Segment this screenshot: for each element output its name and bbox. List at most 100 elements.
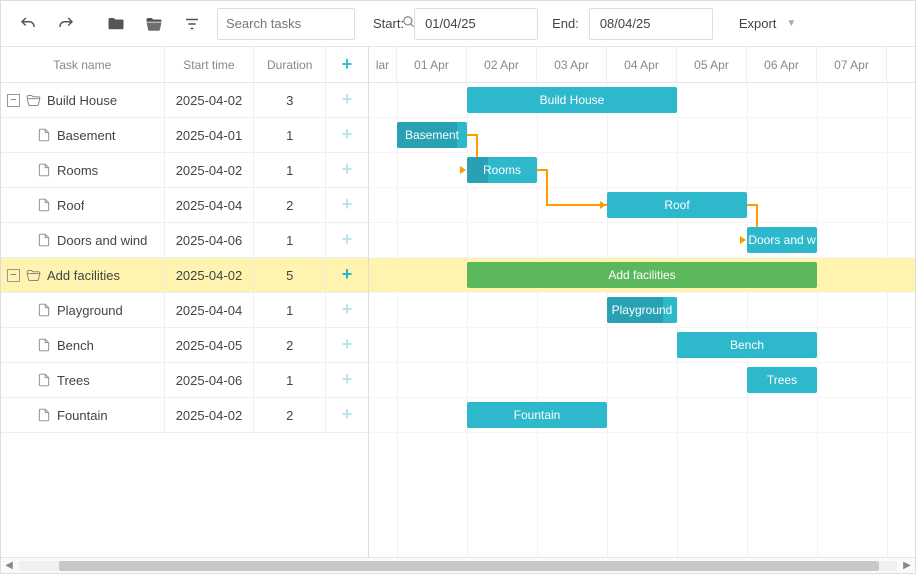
add-subtask-button[interactable]: + bbox=[342, 159, 353, 179]
cell-duration: 2 bbox=[254, 188, 326, 223]
col-header-add: + bbox=[326, 47, 368, 84]
cell-add: + bbox=[326, 292, 368, 328]
scroll-left-button[interactable]: ◀ bbox=[1, 560, 17, 571]
task-name-text: Basement bbox=[57, 128, 116, 143]
gantt-bar[interactable]: Fountain bbox=[467, 402, 607, 428]
table-row[interactable]: −Build House2025-04-023+ bbox=[1, 83, 368, 118]
cell-task-name: Fountain bbox=[1, 398, 165, 432]
bar-label: Add facilities bbox=[602, 268, 681, 282]
add-subtask-button[interactable]: + bbox=[342, 194, 353, 214]
table-row[interactable]: Roof2025-04-042 + bbox=[1, 188, 368, 223]
add-subtask-button[interactable]: + bbox=[342, 404, 353, 424]
expand-toggle[interactable]: − bbox=[7, 269, 20, 282]
folder-icon bbox=[26, 93, 41, 108]
gantt-bar[interactable]: Bench bbox=[677, 332, 817, 358]
main: Task name Start time Duration + −Build H… bbox=[1, 47, 915, 557]
cell-task-name: Rooms bbox=[1, 153, 165, 187]
scroll-thumb[interactable] bbox=[59, 561, 879, 571]
gantt-chart: lar01 Apr02 Apr03 Apr04 Apr05 Apr06 Apr0… bbox=[369, 47, 915, 557]
gantt-bar[interactable]: Basement bbox=[397, 122, 467, 148]
bar-label: Playground bbox=[607, 303, 677, 317]
timescale-cell: 01 Apr bbox=[397, 47, 467, 82]
gantt-bar[interactable]: Rooms bbox=[467, 157, 537, 183]
cell-start-time: 2025-04-05 bbox=[165, 328, 255, 363]
file-icon bbox=[37, 408, 51, 422]
cell-duration: 1 bbox=[254, 153, 326, 188]
cell-duration: 1 bbox=[254, 118, 326, 153]
folder-open-button[interactable] bbox=[137, 8, 171, 40]
col-header-name[interactable]: Task name bbox=[1, 47, 165, 83]
table-row[interactable]: Fountain 2025-04-022 + bbox=[1, 398, 368, 433]
add-subtask-button[interactable]: + bbox=[342, 299, 353, 319]
grid-body: −Build House2025-04-023+ Basement 2025-04-… bbox=[1, 83, 368, 557]
chart-body[interactable]: Build HouseBasement Rooms Roof Doors and w A… bbox=[369, 83, 915, 557]
table-row[interactable]: Bench2025-04-052+ bbox=[1, 328, 368, 363]
end-date-field[interactable]: 08/04/25 bbox=[589, 8, 713, 40]
add-subtask-button[interactable]: + bbox=[342, 89, 353, 109]
col-header-duration[interactable]: Duration bbox=[254, 47, 326, 83]
scroll-track[interactable] bbox=[19, 561, 897, 571]
add-subtask-button[interactable]: + bbox=[342, 229, 353, 249]
table-row[interactable]: −Add facilities2025-04-025+ bbox=[1, 258, 368, 293]
add-task-header-button[interactable]: + bbox=[342, 54, 353, 74]
cell-add: + bbox=[326, 327, 368, 363]
task-grid: Task name Start time Duration + −Build H… bbox=[1, 47, 369, 557]
gantt-bar[interactable]: Trees bbox=[747, 367, 817, 393]
file-icon bbox=[37, 198, 51, 212]
undo-button[interactable] bbox=[11, 8, 45, 40]
cell-task-name: Roof bbox=[1, 188, 165, 222]
cell-duration: 1 bbox=[254, 223, 326, 258]
cell-task-name: Basement bbox=[1, 118, 165, 152]
cell-task-name: Bench bbox=[1, 328, 165, 362]
start-date-field[interactable]: 01/04/25 bbox=[414, 8, 538, 40]
cell-start-time: 2025-04-02 bbox=[165, 398, 255, 433]
gantt-bar[interactable]: Build House bbox=[467, 87, 677, 113]
start-label: Start: bbox=[373, 16, 404, 31]
scroll-right-button[interactable]: ▶ bbox=[899, 560, 915, 571]
gantt-bar[interactable]: Doors and w bbox=[747, 227, 817, 253]
cell-duration: 1 bbox=[254, 363, 326, 398]
timescale-cell: 05 Apr bbox=[677, 47, 747, 82]
bar-label: Rooms bbox=[477, 163, 527, 177]
table-row[interactable]: Basement 2025-04-011 + bbox=[1, 118, 368, 153]
gantt-bar[interactable]: Add facilities bbox=[467, 262, 817, 288]
cell-start-time: 2025-04-06 bbox=[165, 363, 255, 398]
cell-start-time: 2025-04-01 bbox=[165, 118, 255, 153]
file-icon bbox=[37, 163, 51, 177]
redo-button[interactable] bbox=[49, 8, 83, 40]
bar-label: Trees bbox=[761, 373, 803, 387]
cell-start-time: 2025-04-02 bbox=[165, 83, 255, 118]
table-row[interactable]: Rooms2025-04-021+ bbox=[1, 153, 368, 188]
cell-add: + bbox=[326, 397, 368, 433]
table-row[interactable]: Doors and wind2025-04-061+ bbox=[1, 223, 368, 258]
cell-task-name: Trees bbox=[1, 363, 165, 397]
add-subtask-button[interactable]: + bbox=[342, 369, 353, 389]
add-subtask-button[interactable]: + bbox=[342, 124, 353, 144]
bar-label: Roof bbox=[658, 198, 695, 212]
export-button[interactable]: Export ▼ bbox=[727, 8, 808, 40]
filter-button[interactable] bbox=[175, 8, 209, 40]
cell-add: + bbox=[326, 257, 368, 293]
add-subtask-button[interactable]: + bbox=[342, 264, 353, 284]
expand-toggle[interactable]: − bbox=[7, 94, 20, 107]
timescale-cell: lar bbox=[369, 47, 397, 82]
cell-duration: 2 bbox=[254, 398, 326, 433]
gantt-app: Start: 01/04/25 End: 08/04/25 Export ▼ T… bbox=[0, 0, 916, 574]
table-row[interactable]: Playground2025-04-041 + bbox=[1, 293, 368, 328]
gantt-bar[interactable]: Roof bbox=[607, 192, 747, 218]
folder-closed-button[interactable] bbox=[99, 8, 133, 40]
cell-start-time: 2025-04-04 bbox=[165, 188, 255, 223]
chevron-down-icon: ▼ bbox=[786, 18, 796, 29]
cell-task-name: Playground bbox=[1, 293, 165, 327]
task-name-text: Fountain bbox=[57, 408, 108, 423]
cell-start-time: 2025-04-04 bbox=[165, 293, 255, 328]
cell-duration: 1 bbox=[254, 293, 326, 328]
col-header-start[interactable]: Start time bbox=[165, 47, 255, 83]
cell-duration: 5 bbox=[254, 258, 326, 293]
cell-task-name: −Add facilities bbox=[1, 258, 165, 292]
table-row[interactable]: Trees2025-04-061 + bbox=[1, 363, 368, 398]
add-subtask-button[interactable]: + bbox=[342, 334, 353, 354]
bar-label: Fountain bbox=[508, 408, 567, 422]
gantt-bar[interactable]: Playground bbox=[607, 297, 677, 323]
toolbar: Start: 01/04/25 End: 08/04/25 Export ▼ bbox=[1, 1, 915, 47]
